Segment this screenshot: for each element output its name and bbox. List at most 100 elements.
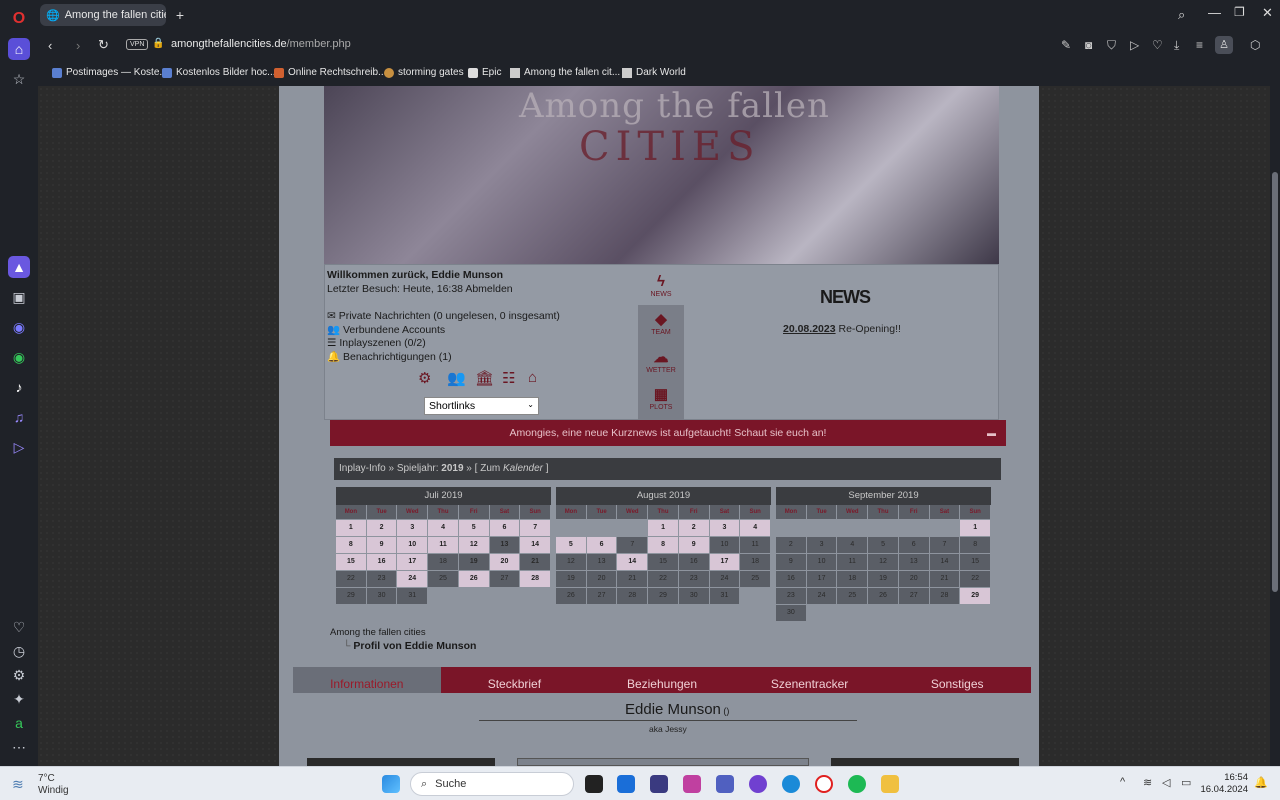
calendar-day[interactable]: 3 <box>806 537 838 553</box>
weather-icon[interactable]: ≋ <box>12 776 24 793</box>
last-visit[interactable]: Letzter Besuch: Heute, 16:38 Abmelden <box>327 283 513 295</box>
tasks-icon[interactable]: ☷ <box>502 369 520 387</box>
news-banner[interactable]: Amongies, eine neue Kurznews ist aufgeta… <box>330 420 1006 446</box>
calendar-day[interactable]: 16 <box>366 554 398 570</box>
task-view-icon[interactable] <box>585 775 603 793</box>
calendar-day[interactable]: 7 <box>617 537 649 553</box>
file-explorer-icon[interactable] <box>881 775 899 793</box>
calendar-day[interactable]: 20 <box>489 554 521 570</box>
calendar-day[interactable]: 4 <box>837 537 869 553</box>
calendar-day[interactable]: 16 <box>776 571 807 587</box>
calendar-day[interactable]: 5 <box>458 520 490 536</box>
calendar-day[interactable]: 9 <box>678 537 710 553</box>
url-field[interactable]: amongthefallencities.de/member.php <box>171 38 351 50</box>
calendar-day[interactable]: 5 <box>868 537 899 553</box>
calendar-day[interactable]: 14 <box>617 554 649 570</box>
weather-widget[interactable]: 7°C Windig <box>38 773 69 797</box>
tab-beziehungen[interactable]: Beziehungen <box>588 667 736 693</box>
calendar-day[interactable]: 17 <box>397 554 429 570</box>
kalender-link[interactable]: Kalender <box>503 463 543 474</box>
calendar-day[interactable]: 13 <box>898 554 930 570</box>
taskbar-search[interactable]: ⌕ Suche <box>410 772 574 796</box>
reload-icon[interactable]: ↻ <box>98 37 109 53</box>
app-icon[interactable] <box>650 775 668 793</box>
player-icon[interactable]: ▷ <box>8 436 30 458</box>
new-tab-button[interactable]: + <box>172 7 188 23</box>
history-icon[interactable]: ◷ <box>8 640 30 662</box>
whatsapp-icon[interactable]: ◉ <box>8 346 30 368</box>
calendar-day[interactable]: 28 <box>520 571 552 587</box>
calendar-day[interactable]: 4 <box>740 520 772 536</box>
calendar-day[interactable]: 3 <box>397 520 429 536</box>
calendar-day[interactable]: 30 <box>678 588 710 604</box>
calendar-day[interactable]: 20 <box>898 571 930 587</box>
close-window-button[interactable]: ✕ <box>1262 5 1273 21</box>
calendar-day[interactable]: 31 <box>709 588 741 604</box>
calendar-day[interactable]: 27 <box>586 588 618 604</box>
inplay-link[interactable]: ☰ Inplayszenen (0/2) <box>327 337 426 349</box>
calendar-day[interactable]: 11 <box>428 537 459 553</box>
calendar-day[interactable]: 23 <box>678 571 710 587</box>
calendar-day[interactable]: 29 <box>336 588 367 604</box>
browser-tab[interactable]: 🌐 Among the fallen cities - F <box>40 4 166 26</box>
play-icon[interactable]: ▷ <box>1130 38 1139 52</box>
menu-wetter[interactable]: ☁ WETTER <box>638 348 684 374</box>
calendar-day[interactable]: 26 <box>458 571 490 587</box>
calendar-day[interactable]: 29 <box>960 588 992 604</box>
calendar-day[interactable]: 4 <box>428 520 459 536</box>
shortlinks-select[interactable]: Shortlinks ⌄ <box>424 397 539 415</box>
calendar-day[interactable]: 22 <box>336 571 367 587</box>
calendar-day[interactable]: 25 <box>428 571 459 587</box>
messenger-icon[interactable]: ◉ <box>8 316 30 338</box>
calendar-day[interactable]: 11 <box>740 537 772 553</box>
spotify-icon[interactable] <box>848 775 866 793</box>
search-tabs-icon[interactable]: ⌕ <box>1178 7 1185 23</box>
calendar-day[interactable]: 30 <box>776 605 807 621</box>
calendar-day[interactable]: 19 <box>868 571 899 587</box>
camera-icon[interactable]: ◙ <box>1085 38 1092 52</box>
clock[interactable]: 16:54 16.04.2024 <box>1200 772 1248 796</box>
scrollbar-thumb[interactable] <box>1272 172 1278 592</box>
calendar-day[interactable]: 5 <box>556 537 587 553</box>
calendar-day[interactable]: 31 <box>397 588 429 604</box>
heart-icon[interactable]: ♡ <box>8 616 30 638</box>
calendar-day[interactable]: 29 <box>648 588 679 604</box>
calendar-day[interactable]: 27 <box>898 588 930 604</box>
menu-plots[interactable]: ▦ PLOTS <box>638 385 684 411</box>
calendar-day[interactable]: 10 <box>806 554 838 570</box>
star-icon[interactable]: ☆ <box>8 68 30 90</box>
gears-icon[interactable]: ⚙ <box>418 369 436 387</box>
profile-icon[interactable]: ♙ <box>1215 36 1233 54</box>
notifications-link[interactable]: 🔔 Benachrichtigungen (1) <box>327 350 452 363</box>
shield-icon[interactable]: ⛉ <box>1107 38 1116 53</box>
calendar-day[interactable]: 26 <box>556 588 587 604</box>
close-banner-icon[interactable]: ▬ <box>987 420 996 446</box>
calendar-day[interactable]: 15 <box>336 554 367 570</box>
volume-icon[interactable]: ◁ <box>1162 776 1170 789</box>
tab-steckbrief[interactable]: Steckbrief <box>440 667 589 693</box>
calendar-day[interactable]: 25 <box>740 571 772 587</box>
tab-informationen[interactable]: Informationen <box>293 667 441 693</box>
calendar-day[interactable]: 19 <box>458 554 490 570</box>
minimize-button[interactable]: — <box>1208 5 1221 20</box>
calendar-day[interactable]: 1 <box>960 520 992 536</box>
calendar-day[interactable]: 13 <box>586 554 618 570</box>
calendar-day[interactable]: 18 <box>740 554 772 570</box>
calendar-day[interactable]: 30 <box>366 588 398 604</box>
teams-icon[interactable] <box>716 775 734 793</box>
calendar-day[interactable]: 12 <box>868 554 899 570</box>
battery-icon[interactable]: ▭ <box>1181 776 1191 789</box>
calendar-day[interactable]: 12 <box>556 554 587 570</box>
aria-icon[interactable]: ▲ <box>8 256 30 278</box>
calendar-day[interactable]: 10 <box>397 537 429 553</box>
bookmark-item[interactable]: Online Rechtschreib... <box>274 67 386 78</box>
tray-chevron-icon[interactable]: ^ <box>1120 776 1125 788</box>
bookmark-item[interactable]: Dark World <box>622 67 686 78</box>
calendar-day[interactable]: 2 <box>366 520 398 536</box>
bookmark-item[interactable]: Among the fallen cit... <box>510 67 620 78</box>
calendar-day[interactable]: 21 <box>617 571 649 587</box>
more-icon[interactable]: ⋯ <box>8 736 30 758</box>
calendar-day[interactable]: 1 <box>336 520 367 536</box>
calendar-day[interactable]: 14 <box>929 554 961 570</box>
menu-icon[interactable]: ≡ <box>1196 38 1203 52</box>
